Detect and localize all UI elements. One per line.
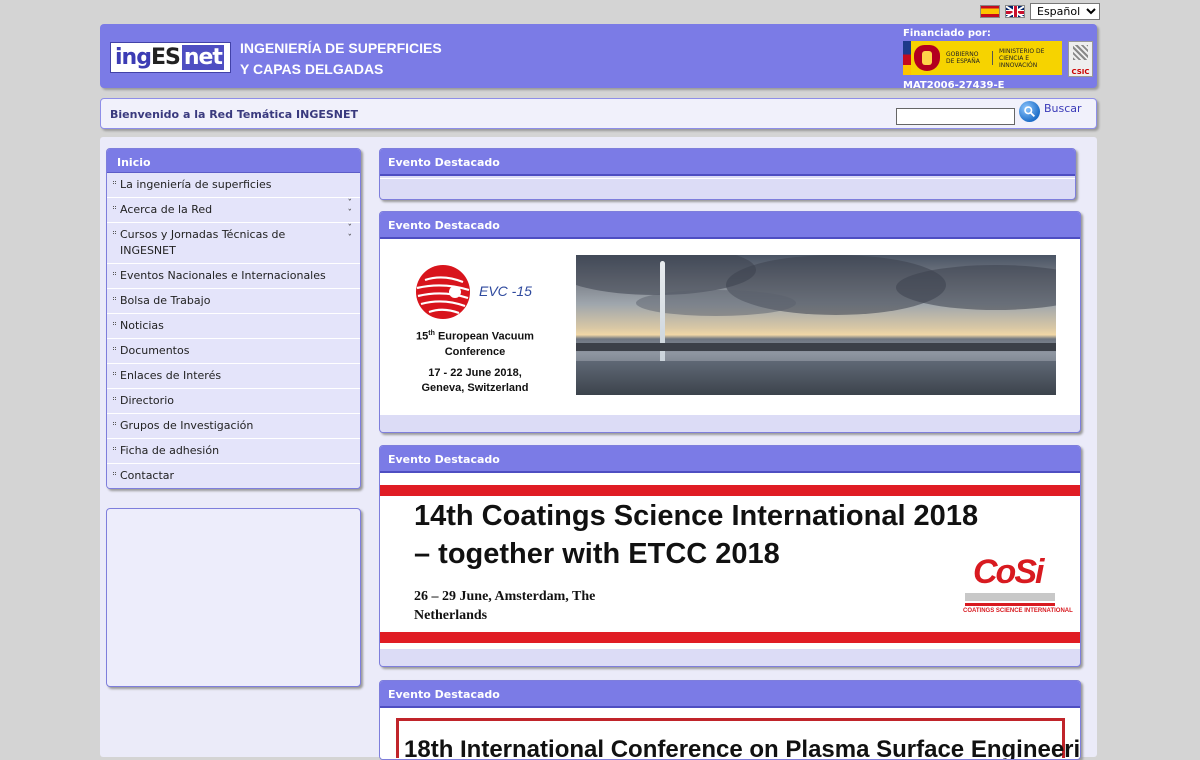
panel-body: [380, 178, 1075, 191]
sidebar-item-label: Contactar: [120, 469, 175, 482]
sidebar-item-label: Enlaces de Interés: [120, 369, 222, 382]
panel-title: Evento Destacado: [380, 212, 1080, 239]
featured-event-panel-2: Evento Destacado EVC -15 15th European V…: [379, 211, 1081, 433]
cosi-logo-word: CoSi: [973, 553, 1044, 591]
sidebar-item-contactar[interactable]: Contactar: [107, 464, 360, 488]
chevron-down-icon[interactable]: ˇˇ: [348, 224, 353, 244]
evc-name: EVC -15: [479, 283, 532, 299]
csic-text: CSIC: [1071, 68, 1090, 76]
evc-logo-icon: [416, 265, 470, 319]
language-bar: Español: [980, 3, 1100, 20]
eu-stripe-icon: [903, 41, 911, 75]
panel-title: Evento Destacado: [380, 149, 1075, 176]
chevron-down-icon[interactable]: ˇˇ: [348, 199, 353, 219]
sidebar-empty-box: [106, 508, 361, 687]
cosi-logo-caption: COATINGS SCIENCE INTERNATIONAL: [963, 608, 1073, 614]
funding-label: Financiado por:: [903, 28, 991, 39]
ingesnet-logo[interactable]: ing ES net: [110, 42, 231, 73]
sidebar-item-label: La ingeniería de superficies: [120, 178, 272, 191]
sidebar-item-ingenieria[interactable]: La ingeniería de superficies: [107, 173, 360, 198]
cosi-details-line1: 26 – 29 June, Amsterdam, The: [414, 589, 596, 604]
evc-ordinal: 15: [416, 330, 429, 343]
cosi-headline-line1: 14th Coatings Science International 2018: [414, 500, 979, 532]
cosi-logo: CoSi COATINGS SCIENCE INTERNATIONAL: [963, 545, 1075, 623]
spanish-flag-icon[interactable]: [980, 5, 1000, 18]
sidebar-item-label: Eventos Nacionales e Internacionales: [120, 269, 326, 282]
site-title: INGENIERÍA DE SUPERFICIES Y CAPAS DELGAD…: [240, 38, 442, 80]
sidebar-item-label: Documentos: [120, 344, 190, 357]
sidebar-item-eventos[interactable]: Eventos Nacionales e Internacionales: [107, 264, 360, 289]
welcome-bar: Bienvenido a la Red Temática INGESNET Bu…: [100, 98, 1097, 129]
evc-ordinal-suffix: th: [428, 330, 435, 337]
sidebar-item-grupos[interactable]: Grupos de Investigación: [107, 414, 360, 439]
sidebar-item-documentos[interactable]: Documentos: [107, 339, 360, 364]
search-icon: [1024, 106, 1036, 118]
sidebar-item-noticias[interactable]: Noticias: [107, 314, 360, 339]
evc-place: Geneva, Switzerland: [421, 381, 529, 394]
red-band-bottom: [380, 632, 1080, 643]
sidebar-item-cursos[interactable]: Cursos y Jornadas Técnicas de INGESNET ˇ ˇ: [107, 223, 360, 264]
sidebar-item-label: Noticias: [120, 319, 164, 332]
sidebar-item-enlaces[interactable]: Enlaces de Interés: [107, 364, 360, 389]
sidebar-title[interactable]: Inicio: [107, 149, 360, 173]
evc-conf-name: European Vacuum Conference: [437, 330, 534, 358]
ministry-text: MINISTERIO DE CIENCIA E INNOVACIÓN: [999, 47, 1045, 69]
cosi-details: 26 – 29 June, Amsterdam, The Netherlands: [414, 587, 595, 625]
featured-event-panel-1: Evento Destacado: [379, 148, 1076, 200]
featured-event-panel-4: Evento Destacado 18th International Conf…: [379, 680, 1081, 760]
cosi-banner[interactable]: 14th Coatings Science International 2018…: [380, 473, 1080, 649]
evc-dates: 17 - 22 June 2018,: [428, 366, 522, 379]
sidebar-item-ficha[interactable]: Ficha de adhesión: [107, 439, 360, 464]
sidebar-menu: Inicio La ingeniería de superficies Acer…: [106, 148, 361, 489]
language-select[interactable]: Español: [1030, 3, 1100, 20]
sidebar-item-label: Ficha de adhesión: [120, 444, 220, 457]
geneva-photo: [576, 255, 1056, 395]
sidebar-item-label: Directorio: [120, 394, 174, 407]
government-logo[interactable]: GOBIERNO DE ESPAÑA MINISTERIO DE CIENCIA…: [903, 41, 1062, 75]
sidebar-item-label: Acerca de la Red: [120, 203, 213, 216]
cosi-headline: 14th Coatings Science International 2018…: [414, 497, 978, 573]
panel-title: Evento Destacado: [380, 681, 1080, 708]
sidebar-item-label: Cursos y Jornadas Técnicas de INGESNET: [120, 228, 286, 257]
sidebar-item-acerca[interactable]: Acerca de la Red ˇ ˇ: [107, 198, 360, 223]
gov-text: GOBIERNO DE ESPAÑA: [946, 51, 993, 65]
panel-title: Evento Destacado: [380, 446, 1080, 473]
search-input[interactable]: [896, 108, 1015, 125]
evc-banner[interactable]: EVC -15 15th European Vacuum Conference …: [380, 239, 1080, 415]
site-header: ing ES net INGENIERÍA DE SUPERFICIES Y CAP…: [100, 24, 1097, 91]
pse-banner[interactable]: 18th International Conference on Plasma …: [380, 708, 1080, 759]
featured-event-panel-3: Evento Destacado 14th Coatings Science I…: [379, 445, 1081, 667]
spain-crest-icon: [914, 45, 940, 71]
csic-logo[interactable]: CSIC: [1068, 41, 1093, 77]
site-title-line1: INGENIERÍA DE SUPERFICIES: [240, 40, 442, 56]
english-flag-icon[interactable]: [1005, 5, 1025, 18]
search-label[interactable]: Buscar: [1044, 102, 1082, 115]
grant-code: MAT2006-27439-E: [903, 80, 1005, 91]
cosi-details-line2: Netherlands: [414, 608, 488, 623]
welcome-text: Bienvenido a la Red Temática INGESNET: [110, 108, 359, 121]
cosi-headline-line2: – together with ETCC 2018: [414, 538, 780, 570]
csic-emblem-icon: [1073, 45, 1088, 60]
sidebar-item-directorio[interactable]: Directorio: [107, 389, 360, 414]
evc-description: 15th European Vacuum Conference 17 - 22 …: [410, 326, 540, 396]
sidebar-item-bolsa[interactable]: Bolsa de Trabajo: [107, 289, 360, 314]
red-band-top: [380, 485, 1080, 496]
search-button[interactable]: [1019, 101, 1040, 122]
site-title-line2: Y CAPAS DELGADAS: [240, 61, 384, 77]
sidebar-item-label: Grupos de Investigación: [120, 419, 254, 432]
sidebar-item-label: Bolsa de Trabajo: [120, 294, 211, 307]
